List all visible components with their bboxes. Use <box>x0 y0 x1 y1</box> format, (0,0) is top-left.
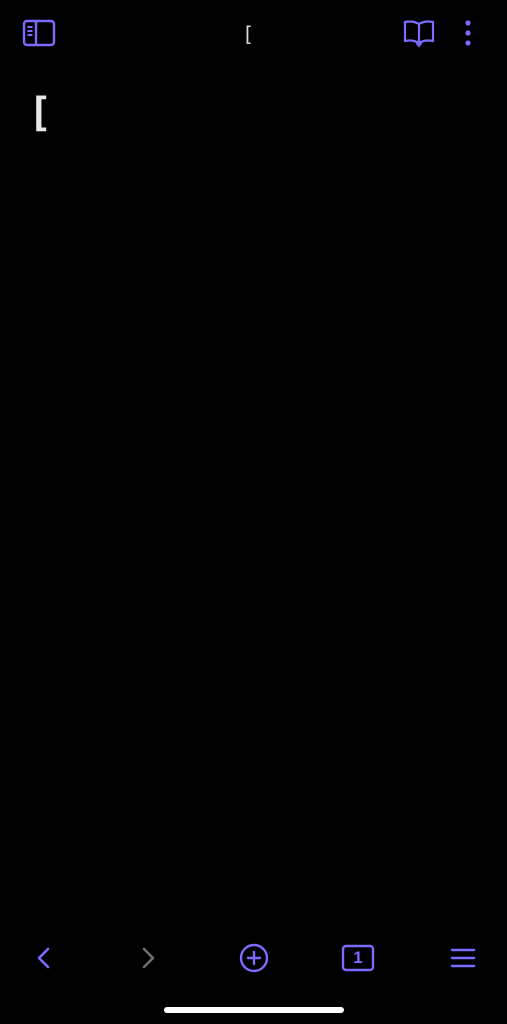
more-options-button[interactable] <box>452 14 484 52</box>
page-content-text: [ <box>28 90 53 136</box>
menu-button[interactable] <box>441 936 485 980</box>
page-title: [ <box>241 22 255 46</box>
sidebar-icon <box>22 19 56 47</box>
new-tab-button[interactable] <box>232 936 276 980</box>
forward-icon <box>142 947 155 969</box>
reader-view-icon <box>403 20 435 48</box>
sidebar-button[interactable] <box>18 14 60 52</box>
reader-view-button[interactable] <box>399 14 439 52</box>
menu-icon <box>450 948 476 968</box>
tab-count-label: 1 <box>353 948 363 967</box>
new-tab-icon <box>239 943 269 973</box>
back-icon <box>37 947 50 969</box>
back-button[interactable] <box>22 936 66 980</box>
more-vertical-icon <box>465 20 471 46</box>
home-indicator[interactable] <box>164 1007 344 1013</box>
forward-button[interactable] <box>126 936 170 980</box>
tabs-button[interactable]: 1 <box>336 936 380 980</box>
